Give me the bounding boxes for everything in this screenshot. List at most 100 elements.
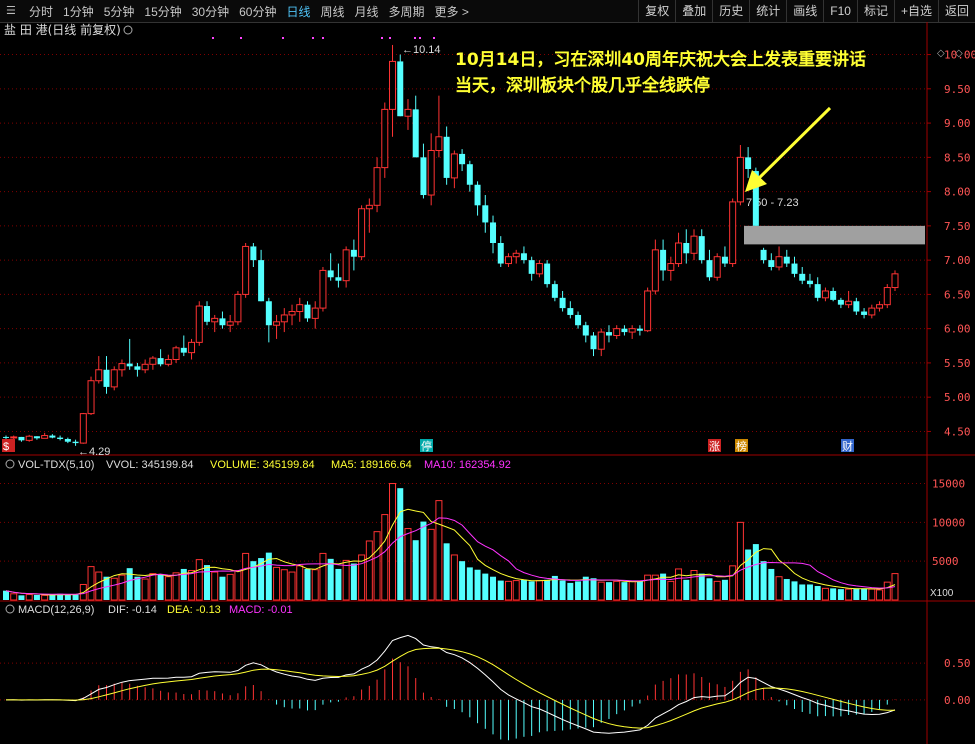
volume-bar (342, 559, 350, 601)
tab-10[interactable]: 更多 > (430, 3, 474, 20)
candle-body (79, 413, 87, 444)
candle-body (721, 256, 728, 264)
candle-body (497, 243, 504, 264)
menu-icon[interactable]: ☰ (6, 4, 20, 18)
volume-bar (288, 571, 296, 601)
volume-bar (280, 569, 288, 601)
candle-body (559, 297, 566, 309)
tab-5[interactable]: 60分钟 (234, 3, 281, 20)
toolbar-button-4[interactable]: 画线 (786, 0, 823, 22)
candle-body (876, 304, 884, 309)
toolbar-button-0[interactable]: 复权 (638, 0, 675, 22)
volume-bar (760, 561, 767, 600)
candle-body (621, 328, 628, 333)
toolbar-button-3[interactable]: 统计 (749, 0, 786, 22)
price-tick-label: 6.00 (944, 323, 971, 336)
volume-bar (736, 521, 744, 601)
tab-4[interactable]: 30分钟 (187, 3, 234, 20)
volume-bar (575, 581, 582, 600)
marker-label: 财 (842, 439, 853, 453)
tab-3[interactable]: 15分钟 (139, 3, 186, 20)
volume-bar (141, 578, 149, 601)
candle-body (675, 242, 683, 265)
volume-bar (327, 558, 334, 600)
candle-body (25, 435, 33, 441)
volume-bar (512, 580, 520, 601)
candle-body (72, 441, 79, 444)
volume-bar (482, 573, 489, 600)
toolbar-button-5[interactable]: F10 (823, 0, 857, 22)
candle-body (64, 438, 71, 442)
candle-body (219, 318, 226, 326)
event-dot (240, 37, 242, 39)
candle-body (597, 331, 605, 350)
volume-bar (706, 578, 713, 600)
volume-bar (528, 581, 535, 600)
candle-body (729, 201, 737, 265)
candle-body (211, 317, 219, 323)
price-tick-label: 8.50 (944, 151, 971, 164)
toolbar-button-2[interactable]: 历史 (712, 0, 749, 22)
toolbar-button-8[interactable]: 返回 (937, 0, 975, 22)
tab-8[interactable]: 月线 (350, 3, 384, 20)
volume-bar (149, 573, 157, 601)
candle-body (783, 256, 790, 264)
volume-bar (667, 580, 675, 601)
candle-body (296, 304, 304, 313)
candle-body (791, 263, 798, 274)
tab-1[interactable]: 1分钟 (58, 3, 99, 20)
tab-0[interactable]: 分时 (24, 3, 58, 20)
volume-bar (814, 586, 821, 600)
candle-body (845, 300, 853, 306)
candle-body (172, 347, 180, 360)
candle-body (853, 301, 860, 312)
toolbar-button-1[interactable]: 叠加 (675, 0, 712, 22)
right-toolbar: 复权 叠加 历史 统计 画线 F10 标记 +自选 返回 (638, 0, 975, 22)
tab-2[interactable]: 5分钟 (99, 3, 140, 20)
tab-9[interactable]: 多周期 (384, 3, 430, 20)
period-toolbar: ☰ 分时 1分钟 5分钟 15分钟 30分钟 60分钟 日线 周线 月线 多周期 更多 > 复权 叠加… (0, 0, 975, 23)
vol-settings-icon (5, 459, 15, 469)
candle-body (821, 290, 829, 299)
candle-body (528, 260, 535, 274)
marker-label: 停 (421, 439, 432, 453)
tab-7[interactable]: 周线 (315, 3, 349, 20)
volume-bar (721, 579, 728, 600)
volume-bar (319, 552, 327, 601)
marker-label: $ (3, 441, 9, 453)
vol-label: VOLUME: 345199.84 (210, 459, 315, 471)
candle-body (891, 273, 899, 289)
marker-label: 涨 (709, 440, 720, 453)
candle-body (420, 157, 427, 196)
volume-bar (791, 581, 798, 600)
volume-bar (806, 584, 813, 600)
volume-bar (427, 528, 435, 601)
candle-body (250, 246, 257, 261)
toolbar-button-6[interactable]: 标记 (856, 0, 894, 22)
volume-bar (713, 580, 721, 601)
vol-label: VVOL: 345199.84 (106, 459, 193, 471)
volume-bar (87, 566, 95, 601)
candle-body (141, 363, 149, 371)
candle-body (304, 304, 311, 319)
candle-body (258, 260, 265, 302)
candle-body (118, 363, 126, 371)
volume-bar (628, 580, 636, 601)
volume-bar (335, 568, 342, 600)
candle-body (103, 369, 110, 387)
candle-body (273, 321, 281, 326)
candle-body (690, 235, 698, 254)
volume-bar (3, 590, 9, 600)
toolbar-button-7[interactable]: +自选 (893, 0, 938, 22)
candle-body (575, 314, 582, 326)
volume-bar (544, 579, 551, 600)
volume-bar (188, 569, 196, 601)
candle-body (164, 358, 172, 365)
event-dot (312, 37, 314, 39)
candle-body (775, 256, 783, 268)
tab-6[interactable]: 日线 (281, 3, 315, 20)
volume-bar (868, 588, 876, 601)
candle-body (373, 167, 381, 206)
candle-body (567, 308, 574, 315)
event-dot (381, 37, 383, 39)
